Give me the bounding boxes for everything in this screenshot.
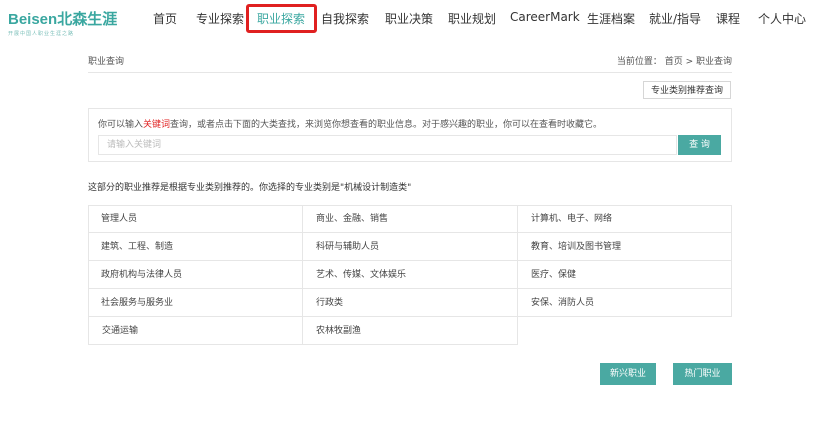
category-item[interactable]: 建筑、工程、制造 <box>88 233 303 261</box>
search-panel: 你可以输入关键词查询，或者点击下面的大类查找，来浏览你想查看的职业信息。对于感兴… <box>88 108 732 162</box>
nav-item-courses[interactable]: 课程 <box>716 10 740 27</box>
category-item[interactable]: 商业、金融、销售 <box>303 205 518 233</box>
recommendation-info: 这部分的职业推荐是根据专业类别推荐的。你选择的专业类别是"机械设计制造类" <box>88 183 412 193</box>
nav-item-major-explore[interactable]: 专业探索 <box>196 10 244 27</box>
category-item[interactable]: 科研与辅助人员 <box>303 233 518 261</box>
category-item[interactable]: 医疗、保健 <box>518 261 732 289</box>
category-item[interactable]: 教育、培训及图书管理 <box>518 233 732 261</box>
keyword-search-input[interactable] <box>98 135 677 155</box>
new-jobs-button[interactable]: 新兴职业 <box>600 363 656 385</box>
category-item[interactable]: 计算机、电子、网络 <box>518 205 732 233</box>
nav-item-career-decision[interactable]: 职业决策 <box>385 10 433 27</box>
category-item[interactable]: 行政类 <box>303 289 518 317</box>
category-item[interactable]: 社会服务与服务业 <box>88 289 303 317</box>
search-hint-keyword: 关键词 <box>143 120 171 130</box>
category-item[interactable]: 管理人员 <box>88 205 303 233</box>
search-button[interactable]: 查 询 <box>678 135 721 155</box>
search-hint-suffix: 查询，或者点击下面的大类查找，来浏览你想查看的职业信息。对于感兴趣的职业，你可以… <box>170 120 603 130</box>
category-grid: 管理人员 商业、金融、销售 计算机、电子、网络 建筑、工程、制造 科研与辅助人员… <box>88 205 732 345</box>
nav-item-self-explore[interactable]: 自我探索 <box>321 10 369 27</box>
breadcrumb: 职业查询 当前位置： 首页 > 职业查询 <box>88 50 732 73</box>
nav-item-career-archive[interactable]: 生涯档案 <box>587 10 635 27</box>
category-item[interactable]: 交通运输 <box>88 317 303 345</box>
brand-logo[interactable]: Beisen北森生涯 开展中国人职业生涯之路 <box>8 8 118 37</box>
category-item[interactable]: 安保、消防人员 <box>518 289 732 317</box>
category-item[interactable]: 政府机构与法律人员 <box>88 261 303 289</box>
logo-wordmark: Beisen北森生涯 <box>8 11 118 28</box>
search-hint-prefix: 你可以输入 <box>98 120 144 130</box>
category-item[interactable]: 农林牧副渔 <box>303 317 518 345</box>
nav-item-personal-center[interactable]: 个人中心 <box>758 10 806 27</box>
nav-item-career-plan[interactable]: 职业规划 <box>448 10 496 27</box>
active-nav-highlight-box <box>246 4 317 33</box>
search-hint: 你可以输入关键词查询，或者点击下面的大类查找，来浏览你想查看的职业信息。对于感兴… <box>98 117 602 130</box>
hot-jobs-button[interactable]: 热门职业 <box>673 363 732 385</box>
nav-item-careermark[interactable]: CareerMark <box>510 10 580 24</box>
breadcrumb-location: 当前位置： 首页 > 职业查询 <box>616 57 732 67</box>
major-category-recommend-button[interactable]: 专业类别推荐查询 <box>643 81 731 99</box>
nav-item-home[interactable]: 首页 <box>153 10 177 27</box>
logo-tagline: 开展中国人职业生涯之路 <box>8 31 75 37</box>
page-title: 职业查询 <box>88 57 125 67</box>
nav-item-employment-guide[interactable]: 就业/指导 <box>649 10 701 27</box>
category-item[interactable]: 艺术、传媒、文体娱乐 <box>303 261 518 289</box>
